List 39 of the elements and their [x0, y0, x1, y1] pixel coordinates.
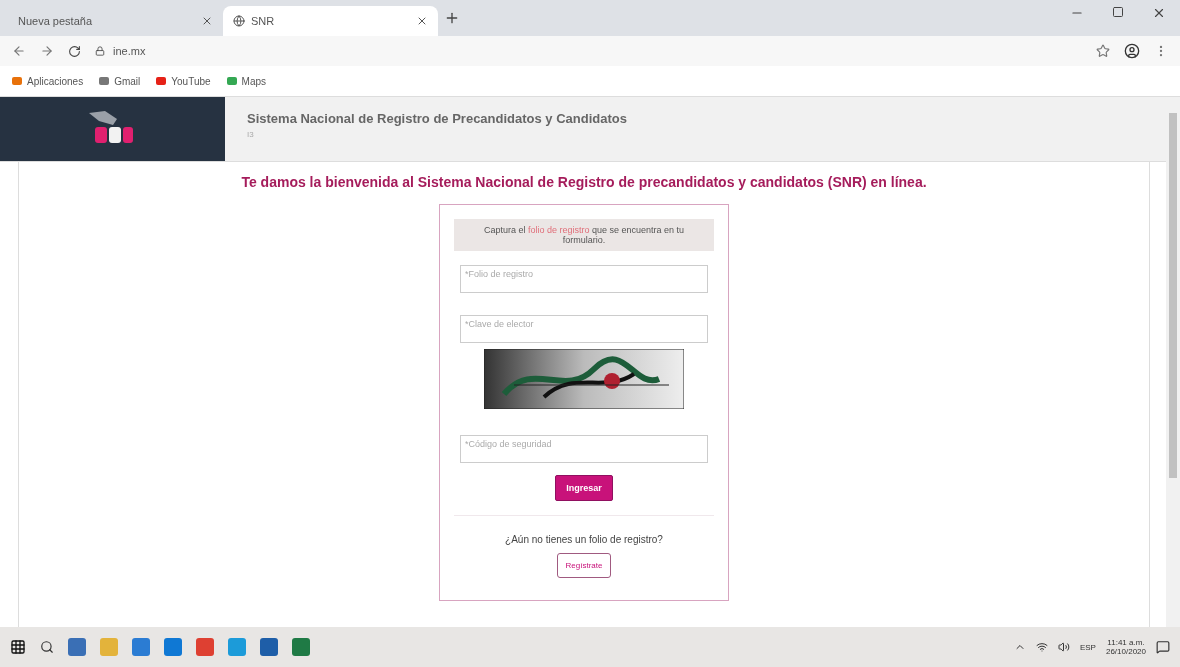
volume-icon: [1057, 641, 1070, 653]
app-icon[interactable]: [260, 638, 278, 656]
start-icon[interactable]: [10, 639, 26, 655]
close-icon[interactable]: [201, 15, 213, 27]
language-indicator[interactable]: ESP: [1079, 642, 1096, 652]
new-tab-icon[interactable]: [444, 10, 460, 26]
bookmark-link[interactable]: Gmail: [99, 75, 141, 87]
instruction-text: Captura el folio de registro que se encuentra en tu formulario.: [454, 219, 714, 251]
close-icon[interactable]: [416, 15, 428, 27]
site-subtitle: I3: [247, 130, 255, 139]
bookmark-link[interactable]: Aplicaciones: [12, 75, 84, 87]
clock-date: 26/10/2020: [1105, 647, 1146, 656]
maximize-icon[interactable]: [1112, 6, 1124, 18]
input-field[interactable]: *Folio de registro: [460, 265, 708, 293]
bookmark-link[interactable]: YouTube: [156, 75, 211, 87]
browser-tab[interactable]: SNR: [223, 6, 438, 36]
bookmark-link[interactable]: Maps: [226, 75, 267, 87]
search-icon[interactable]: [40, 640, 54, 654]
url-text: ine.mx: [113, 45, 146, 57]
wifi-icon: [1035, 641, 1048, 653]
forward-icon[interactable]: [40, 44, 54, 58]
scrollbar[interactable]: [1166, 97, 1180, 627]
reload-icon[interactable]: [68, 44, 81, 58]
site-title: Sistema Nacional de Registro de Precandidatos y Candidatos: [247, 111, 627, 126]
back-icon[interactable]: [12, 44, 26, 58]
close-icon[interactable]: [1152, 6, 1166, 20]
register-button[interactable]: Regístrate: [556, 553, 612, 578]
notification-icon[interactable]: [1156, 640, 1170, 654]
browser-tab[interactable]: Nueva pestaña: [8, 6, 223, 36]
question-text: ¿Aún no tienes un folio de registro?: [454, 515, 714, 545]
welcome-heading: Te damos la bienvenida al Sistema Nacional de Registro de precandidatos y candidatos (SNR) en línea.: [241, 174, 927, 190]
profile-icon[interactable]: [1124, 43, 1140, 59]
globe-icon: [233, 15, 245, 27]
submit-button[interactable]: Ingresar: [555, 475, 613, 501]
lock-icon: [95, 46, 105, 56]
star-icon[interactable]: [1096, 44, 1110, 58]
clock-time: 11:41 a.m.: [1107, 638, 1145, 647]
input-field[interactable]: *Clave de elector: [460, 315, 708, 343]
input-field[interactable]: *Código de seguridad: [460, 435, 708, 463]
